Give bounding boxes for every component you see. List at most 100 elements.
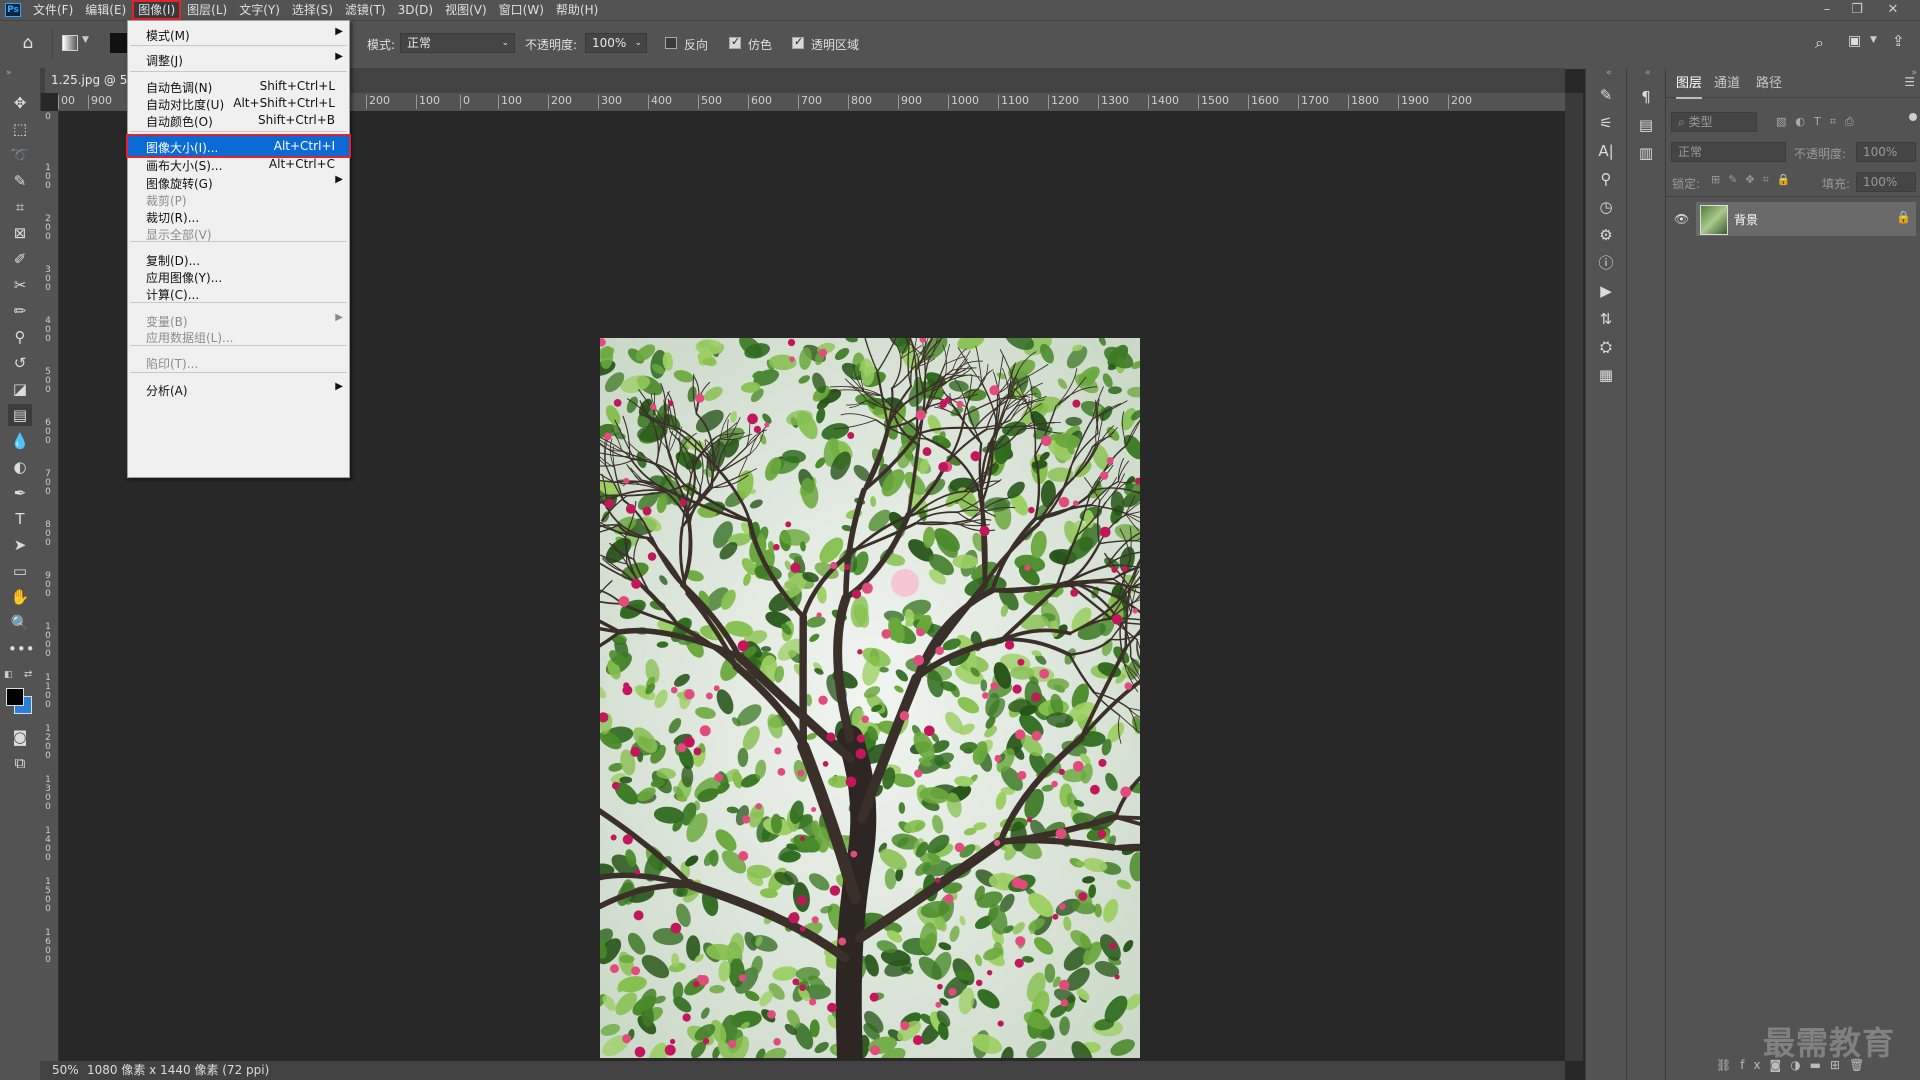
color-sampler-icon[interactable]: ⇅	[1594, 308, 1618, 330]
marquee-tool-icon[interactable]: ⬚	[8, 118, 32, 140]
restore-icon[interactable]: ❐	[1842, 0, 1872, 20]
quick-select-tool-icon[interactable]: ✎	[8, 170, 32, 192]
fill-input[interactable]: 100%	[1856, 172, 1916, 192]
lock-icon[interactable]: 🔒	[1896, 210, 1911, 224]
home-icon[interactable]: ⌂	[18, 33, 38, 53]
properties-icon[interactable]: ⚙	[1594, 224, 1618, 246]
crop-tool-icon[interactable]: ⌗	[8, 196, 32, 218]
history-brush-tool-icon[interactable]: ↺	[8, 352, 32, 374]
close-icon[interactable]: ✕	[1878, 0, 1908, 20]
menu-item-1[interactable]: 调整(J) ▶	[128, 49, 349, 69]
mode-select[interactable]: 正常 ⌄	[400, 33, 515, 53]
info-icon[interactable]: ⓘ	[1594, 252, 1618, 274]
libraries-icon[interactable]: ▤	[1634, 114, 1658, 136]
zoom-level[interactable]: 50%	[52, 1061, 79, 1080]
swap-colors-icon[interactable]: ⇄	[24, 669, 32, 680]
chevron-down-icon[interactable]: ▼	[1870, 35, 1877, 45]
tab-layers[interactable]: 图层	[1676, 73, 1703, 99]
reverse-checkbox[interactable]	[665, 37, 677, 49]
history-icon[interactable]: ◷	[1594, 196, 1618, 218]
photoshop-logo-icon[interactable]: Ps	[5, 3, 21, 17]
layer-opacity-input[interactable]: 100%	[1856, 142, 1916, 162]
workspace-icon[interactable]: ▣	[1848, 33, 1861, 49]
zoom-tool-icon[interactable]: 🔍	[8, 612, 32, 634]
chevron-down-icon[interactable]: ▼	[82, 35, 89, 45]
ruler-tick-label: 200	[366, 95, 390, 109]
lasso-tool-icon[interactable]: ➰	[8, 144, 32, 166]
document-info[interactable]: 1080 像素 x 1440 像素 (72 ppi)	[87, 1061, 269, 1080]
quick-mask-icon[interactable]: ◙	[8, 726, 32, 748]
swatches-grid-icon[interactable]: ▦	[1594, 364, 1618, 386]
tab-channels[interactable]: 通道	[1714, 73, 1740, 97]
gradient-tool-icon[interactable]: ▤	[8, 404, 32, 426]
tab-paths[interactable]: 路径	[1756, 73, 1782, 97]
menu-item-4[interactable]: 自动颜色(O) Shift+Ctrl+B	[128, 110, 349, 130]
eyedropper-tool-icon[interactable]: ✐	[8, 248, 32, 270]
document-image[interactable]	[600, 338, 1140, 1058]
menu-item-5[interactable]: 图像大小(I)... Alt+Ctrl+I	[126, 134, 351, 158]
type-tool-icon[interactable]: T	[8, 508, 32, 530]
frame-tool-icon[interactable]: ⊠	[8, 222, 32, 244]
collapse-icon[interactable]: »	[6, 68, 12, 78]
menu-edit[interactable]: 编辑(E)	[79, 0, 132, 20]
menu-window[interactable]: 窗口(W)	[493, 0, 550, 20]
actions-play-icon[interactable]: ▶	[1594, 280, 1618, 302]
vertical-scrollbar[interactable]	[1565, 93, 1583, 1061]
blur-tool-icon[interactable]: 💧	[8, 430, 32, 452]
default-colors-icon[interactable]: ◧	[4, 670, 13, 680]
menu-item-13[interactable]: 计算(C)...	[128, 283, 349, 303]
notes-icon[interactable]: ▥	[1634, 142, 1658, 164]
transparency-checkbox[interactable]	[792, 35, 804, 49]
menu-item-17[interactable]: 分析(A) ▶	[128, 379, 349, 399]
opacity-input[interactable]: 100% ⌄	[585, 33, 647, 53]
collapse-icon[interactable]: «	[1606, 68, 1612, 78]
layer-row-background[interactable]: 背景 🔒	[1696, 202, 1916, 236]
hand-tool-icon[interactable]: ✋	[8, 586, 32, 608]
brush-tool-icon[interactable]: ✏	[8, 300, 32, 322]
menu-layer[interactable]: 图层(L)	[181, 0, 233, 20]
clone-source-icon[interactable]: ⚲	[1594, 168, 1618, 190]
move-tool-icon[interactable]: ✥	[8, 92, 32, 114]
menu-filter[interactable]: 滤镜(T)	[339, 0, 392, 20]
lock-icons[interactable]: ⊞✎✥⌗🔒	[1711, 173, 1799, 187]
menu-help[interactable]: 帮助(H)	[550, 0, 604, 20]
collapse-icon[interactable]: «	[1645, 68, 1651, 78]
clone-stamp-tool-icon[interactable]: ⚲	[8, 326, 32, 348]
menu-3d[interactable]: 3D(D)	[392, 0, 439, 20]
share-icon[interactable]: ⇪	[1892, 32, 1905, 50]
layer-filter-icons[interactable]: ▧◐T⌗⎙	[1776, 115, 1863, 129]
ruler-tick-label: 1600	[1248, 95, 1279, 109]
character-icon[interactable]: A|	[1594, 140, 1618, 162]
layer-filter-select[interactable]: ⌕ 类型	[1671, 112, 1757, 132]
menu-select[interactable]: 选择(S)	[286, 0, 339, 20]
foreground-color-swatch[interactable]	[6, 688, 24, 706]
paragraph-icon[interactable]: ¶	[1634, 86, 1658, 108]
blend-mode-select[interactable]: 正常	[1671, 142, 1786, 162]
rectangle-tool-icon[interactable]: ▭	[8, 560, 32, 582]
brush-settings-icon[interactable]: ✎	[1594, 84, 1618, 106]
panel-menu-icon[interactable]: ☰	[1904, 75, 1915, 89]
menu-item-6[interactable]: 画布大小(S)... Alt+Ctrl+C	[128, 154, 349, 174]
menu-item-0[interactable]: 模式(M) ▶	[128, 24, 349, 44]
menu-type[interactable]: 文字(Y)	[233, 0, 286, 20]
search-icon[interactable]: ⌕	[1815, 33, 1824, 53]
filter-toggle-icon[interactable]	[1909, 113, 1917, 121]
submenu-arrow-icon: ▶	[335, 51, 343, 62]
healing-brush-tool-icon[interactable]: ✂	[8, 274, 32, 296]
pen-tool-icon[interactable]: ✒	[8, 482, 32, 504]
path-select-tool-icon[interactable]: ➤	[8, 534, 32, 556]
minimize-icon[interactable]: –	[1812, 0, 1842, 20]
adjustments-icon[interactable]: ⚟	[1594, 112, 1618, 134]
ruler-tick-label: 0	[45, 112, 51, 122]
menu-image[interactable]: 图像(I)	[132, 0, 182, 20]
screen-mode-icon[interactable]: ⧉	[8, 752, 32, 774]
dodge-tool-icon[interactable]: ◐	[8, 456, 32, 478]
gradient-preset-icon[interactable]	[62, 35, 78, 51]
3d-icon[interactable]: ⛭	[1594, 336, 1618, 358]
eraser-tool-icon[interactable]: ◪	[8, 378, 32, 400]
menu-file[interactable]: 文件(F)	[27, 0, 79, 20]
eye-icon[interactable]: 👁	[1674, 212, 1689, 226]
more-tools-icon[interactable]: •••	[8, 638, 35, 660]
menu-view[interactable]: 视图(V)	[439, 0, 493, 20]
dither-checkbox[interactable]	[729, 35, 741, 49]
